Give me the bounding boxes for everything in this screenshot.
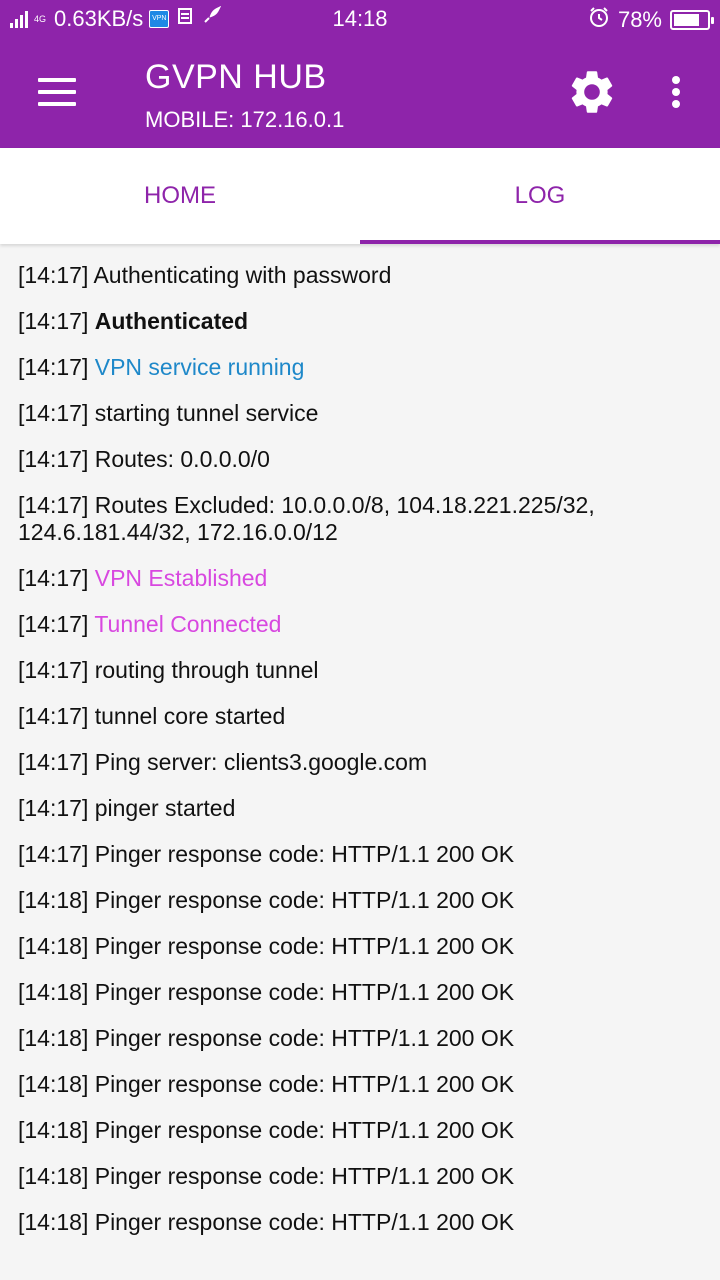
log-entry: [14:18] Pinger response code: HTTP/1.1 2… [18,1071,708,1098]
log-timestamp: [14:18] [18,1117,89,1143]
log-entry: [14:17] starting tunnel service [18,400,708,427]
log-message: Pinger response code: HTTP/1.1 200 OK [94,979,515,1005]
log-message: Pinger response code: HTTP/1.1 200 OK [94,933,515,959]
battery-icon [670,10,714,30]
tab-log[interactable]: LOG [360,148,720,244]
app-bar: GVPN HUB MOBILE: 172.16.0.1 [0,38,720,148]
log-timestamp: [14:18] [18,1025,89,1051]
log-entry: [14:17] Tunnel Connected [18,611,708,638]
log-timestamp: [14:18] [18,887,89,913]
log-message: Pinger response code: HTTP/1.1 200 OK [94,1209,515,1235]
log-message: Authenticating with password [93,262,392,288]
log-entry: [14:18] Pinger response code: HTTP/1.1 2… [18,1117,708,1144]
log-timestamp: [14:18] [18,979,89,1005]
log-timestamp: [14:17] [18,446,89,472]
tab-home[interactable]: HOME [0,148,360,244]
log-message: VPN service running [94,354,305,380]
log-timestamp: [14:17] [18,492,89,518]
more-options-button[interactable] [660,68,692,116]
log-timestamp: [14:17] [18,703,89,729]
log-message: VPN Established [94,565,268,591]
log-timestamp: [14:18] [18,1071,89,1097]
battery-level [674,14,699,26]
log-entry: [14:18] Pinger response code: HTTP/1.1 2… [18,1209,708,1236]
log-message: Routes Excluded: 10.0.0.0/8, 104.18.221.… [18,492,595,545]
log-timestamp: [14:17] [18,262,89,288]
log-entry: [14:17] Routes: 0.0.0.0/0 [18,446,708,473]
log-entry: [14:17] Pinger response code: HTTP/1.1 2… [18,841,708,868]
log-message: Pinger response code: HTTP/1.1 200 OK [94,841,515,867]
log-entry: [14:18] Pinger response code: HTTP/1.1 2… [18,979,708,1006]
log-message: routing through tunnel [94,657,319,683]
log-entry: [14:17] tunnel core started [18,703,708,730]
log-entry: [14:17] pinger started [18,795,708,822]
status-right: 78% [588,6,714,34]
log-entry: [14:18] Pinger response code: HTTP/1.1 2… [18,1163,708,1190]
status-bar: 4G 0.63KB/s VPN 14:18 78% [0,0,720,38]
log-entry: [14:18] Pinger response code: HTTP/1.1 2… [18,933,708,960]
tab-bar: HOME LOG [0,148,720,244]
alarm-clock-icon [588,6,610,34]
menu-button[interactable] [26,68,86,116]
log-entry: [14:18] Pinger response code: HTTP/1.1 2… [18,1025,708,1052]
log-message: starting tunnel service [94,400,319,426]
log-timestamp: [14:17] [18,611,89,637]
log-entry: [14:17] routing through tunnel [18,657,708,684]
log-message: Tunnel Connected [94,611,282,637]
log-timestamp: [14:17] [18,841,89,867]
log-timestamp: [14:18] [18,1209,89,1235]
log-entry: [14:17] VPN service running [18,354,708,381]
log-message: Pinger response code: HTTP/1.1 200 OK [94,1117,515,1143]
log-entry: [14:17] Authenticating with password [18,262,708,289]
log-timestamp: [14:17] [18,308,89,334]
app-subtitle: MOBILE: 172.16.0.1 [145,107,345,132]
log-list[interactable]: [14:17] Authenticating with password [14:… [18,262,708,1255]
log-entry: [14:17] Ping server: clients3.google.com [18,749,708,776]
log-message: Pinger response code: HTTP/1.1 200 OK [94,1071,515,1097]
log-entry: [14:17] Authenticated [18,308,708,335]
log-timestamp: [14:17] [18,749,89,775]
log-message: Pinger response code: HTTP/1.1 200 OK [94,1025,515,1051]
settings-button[interactable] [566,66,618,118]
log-message: tunnel core started [94,703,286,729]
battery-percent: 78% [617,7,662,32]
log-entry: [14:18] Pinger response code: HTTP/1.1 2… [18,887,708,914]
app-title: GVPN HUB [145,58,327,96]
gear-icon [571,71,613,113]
log-entry: [14:17] VPN Established [18,565,708,592]
log-timestamp: [14:17] [18,565,89,591]
log-timestamp: [14:17] [18,795,89,821]
log-message: Routes: 0.0.0.0/0 [94,446,270,472]
tab-indicator [360,240,720,244]
log-timestamp: [14:17] [18,657,89,683]
log-message: Authenticated [94,308,249,334]
log-message: pinger started [94,795,236,821]
log-timestamp: [14:18] [18,933,89,959]
log-entry: [14:17] Routes Excluded: 10.0.0.0/8, 104… [18,492,708,546]
log-timestamp: [14:18] [18,1163,89,1189]
log-timestamp: [14:17] [18,354,89,380]
log-message: Ping server: clients3.google.com [94,749,428,775]
log-message: Pinger response code: HTTP/1.1 200 OK [94,1163,515,1189]
log-timestamp: [14:17] [18,400,89,426]
log-message: Pinger response code: HTTP/1.1 200 OK [94,887,515,913]
